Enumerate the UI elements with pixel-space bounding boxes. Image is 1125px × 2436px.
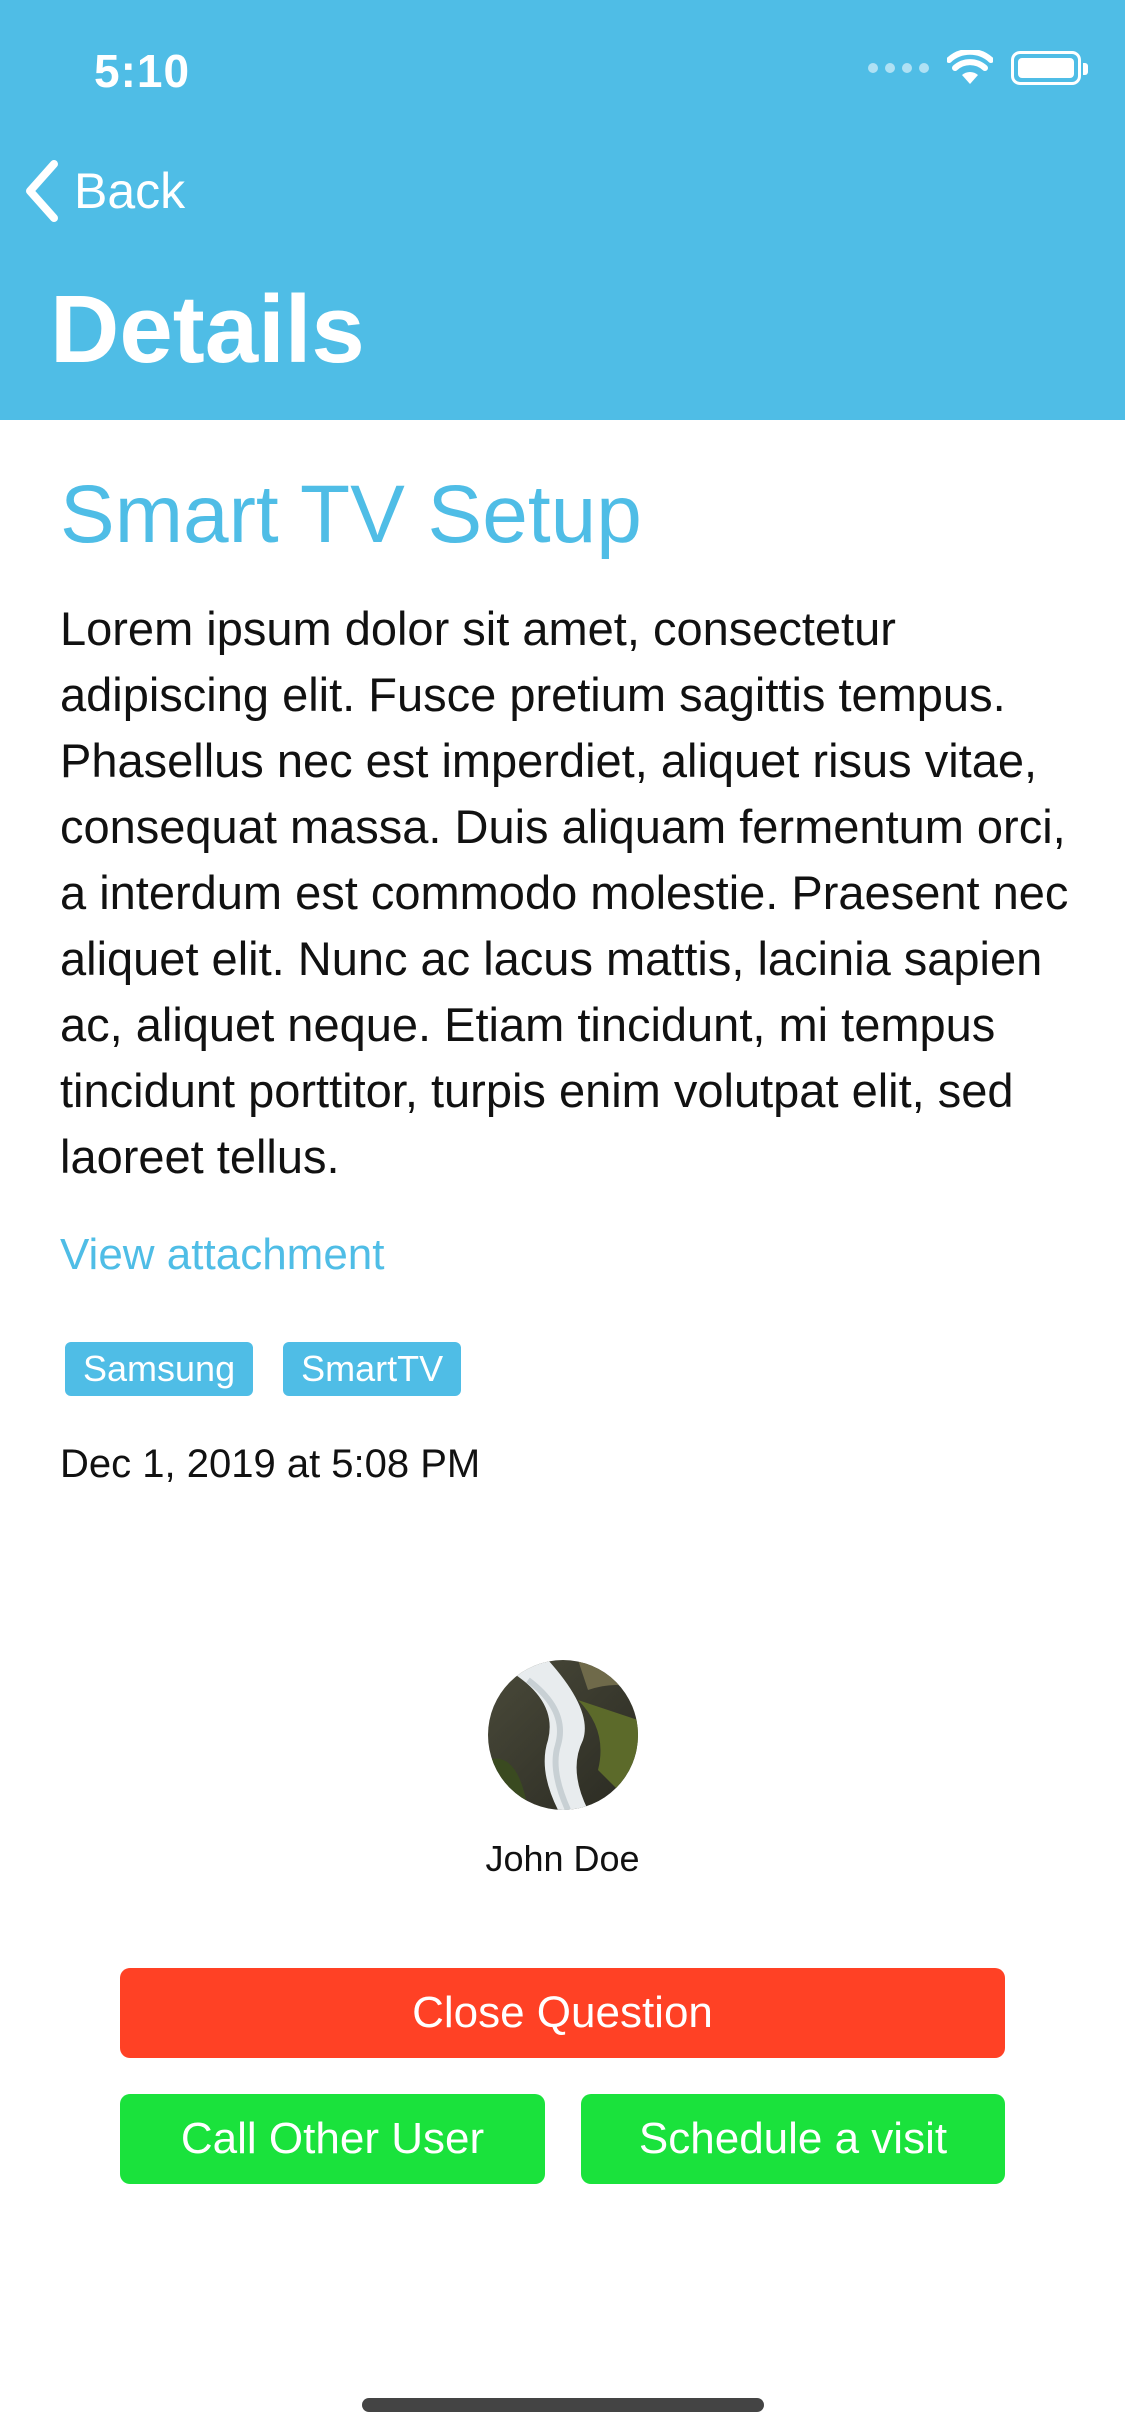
view-attachment-link[interactable]: View attachment — [60, 1230, 384, 1280]
status-time: 5:10 — [94, 45, 191, 97]
battery-icon — [1011, 51, 1088, 85]
schedule-visit-button[interactable]: Schedule a visit — [581, 2094, 1005, 2184]
question-content: Smart TV Setup Lorem ipsum dolor sit ame… — [60, 469, 1070, 1487]
back-label: Back — [74, 163, 186, 219]
tag-samsung[interactable]: Samsung — [65, 1342, 254, 1397]
nav-header: 5:10 Back Details — [0, 0, 1125, 420]
user-name: John Doe — [485, 1838, 640, 1879]
page-title: Details — [50, 276, 365, 383]
close-question-button[interactable]: Close Question — [120, 1968, 1005, 2058]
home-indicator[interactable] — [362, 2398, 764, 2412]
chevron-left-icon — [26, 160, 58, 222]
question-body: Lorem ipsum dolor sit amet, consectetur … — [60, 602, 1069, 1184]
tag-smarttv[interactable]: SmartTV — [283, 1342, 462, 1397]
call-other-user-button[interactable]: Call Other User — [120, 2094, 545, 2184]
question-date: Dec 1, 2019 at 5:08 PM — [60, 1442, 481, 1487]
question-title: Smart TV Setup — [60, 469, 642, 560]
status-icons — [868, 50, 1088, 86]
back-button[interactable]: Back — [24, 160, 185, 222]
avatar[interactable] — [487, 1660, 638, 1810]
wifi-icon — [947, 50, 993, 84]
cellular-signal-icon — [868, 63, 929, 73]
user-profile: John Doe — [0, 1660, 1125, 1880]
tag-list: Samsung SmartTV — [60, 1342, 1070, 1397]
